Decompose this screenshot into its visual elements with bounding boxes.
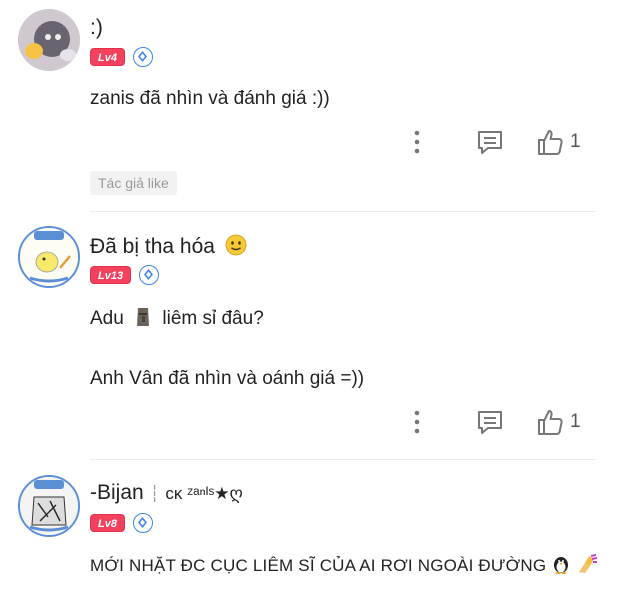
user-badges: Lv8 (90, 513, 153, 533)
level-badge: Lv4 (90, 48, 125, 66)
nail-polish-emoji (579, 554, 598, 573)
avatar-image (20, 477, 78, 535)
comment-text-part: Adu (90, 308, 124, 329)
avatar[interactable] (18, 226, 80, 288)
name-separator: ┆ (149, 486, 160, 503)
penguin-emoji (554, 557, 569, 574)
more-vertical-icon[interactable] (410, 127, 424, 157)
comment-text: Anh Vân đã nhìn và oánh giá =)) (90, 368, 365, 389)
shield-icon (139, 265, 160, 285)
moai-emoji (137, 308, 150, 326)
comment-text: zanis đã nhìn và đánh giá :)) (90, 88, 330, 109)
author-like-tag: Tác giả like (90, 171, 177, 195)
comment-text-part: liêm sỉ đâu? (162, 308, 264, 329)
shield-icon (132, 513, 153, 533)
comment-actions: 1 (0, 127, 618, 161)
shield-icon (132, 47, 153, 67)
username-suffix: ᴄᴋ ᶻᵃⁿᴵˢ★ღ (165, 484, 243, 503)
comment-text-part: MỚI NHẶT ĐC CỤC LIÊM SĨ CỦA AI RƠI NGOÀI… (90, 556, 547, 575)
username[interactable]: Đã bị tha hóa (90, 234, 247, 259)
avatar-image (20, 228, 78, 286)
avatar[interactable] (18, 9, 80, 71)
username[interactable]: :) (90, 16, 103, 40)
avatar-image (18, 9, 80, 71)
like-count: 1 (570, 411, 581, 432)
comment-actions: 1 (0, 407, 618, 441)
smiley-emoji (225, 234, 247, 256)
comment-icon[interactable] (476, 129, 504, 155)
username-text: Đã bị tha hóa (90, 235, 215, 258)
divider (90, 459, 595, 460)
username-text: -Bijan (90, 481, 144, 504)
more-vertical-icon[interactable] (410, 407, 424, 437)
thumbs-up-icon[interactable] (536, 408, 564, 436)
comment-text: Adu liêm sỉ đâu? (90, 306, 264, 330)
like-count: 1 (570, 131, 581, 152)
user-badges: Lv4 (90, 47, 153, 67)
avatar[interactable] (18, 475, 80, 537)
thumbs-up-icon[interactable] (536, 128, 564, 156)
user-badges: Lv13 (90, 265, 160, 285)
comment-icon[interactable] (476, 409, 504, 435)
level-badge: Lv13 (90, 266, 132, 284)
divider (90, 211, 595, 212)
level-badge: Lv8 (90, 514, 125, 532)
comment-text: MỚI NHẶT ĐC CỤC LIÊM SĨ CỦA AI RƠI NGOÀI… (90, 554, 598, 576)
username[interactable]: -Bijan ┆ ᴄᴋ ᶻᵃⁿᴵˢ★ღ (90, 481, 243, 505)
